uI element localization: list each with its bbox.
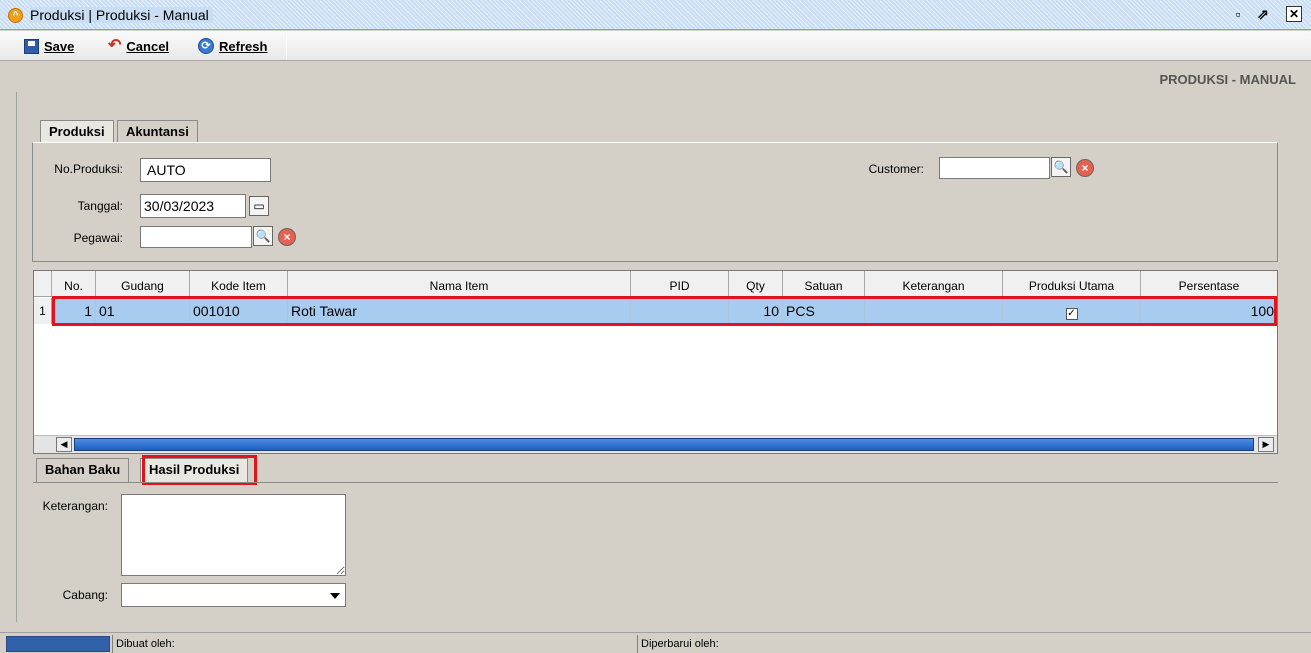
customer-field[interactable] (939, 157, 1050, 179)
column-header[interactable]: Nama Item (288, 271, 631, 297)
scroll-thumb[interactable] (74, 438, 1254, 451)
horizontal-scrollbar[interactable]: ◀ ▶ (34, 435, 1277, 453)
status-bar: Dibuat oleh: Diperbarui oleh: (0, 632, 1311, 653)
no-produksi-label: No.Produksi: (54, 162, 123, 176)
toolbar: Save ↶ Cancel ⟳ Refresh (0, 31, 1311, 61)
save-button[interactable]: Save (24, 37, 74, 55)
refresh-icon: ⟳ (198, 38, 214, 54)
items-grid: No. Gudang Kode Item Nama Item PID Qty S… (33, 270, 1278, 454)
tab-akuntansi[interactable]: Akuntansi (117, 120, 198, 142)
scroll-right-icon[interactable]: ▶ (1258, 437, 1274, 452)
bottom-tab-line (33, 482, 1278, 483)
row-number: 1 (34, 298, 52, 324)
scroll-left-icon[interactable]: ◀ (56, 437, 72, 452)
title-bar: ^ Produksi | Produksi - Manual ▫ ⇗ ✕ (0, 0, 1311, 30)
column-header[interactable]: Persentase (1141, 271, 1277, 297)
save-icon (24, 38, 39, 54)
column-header[interactable]: Kode Item (190, 271, 288, 297)
status-progress (6, 636, 110, 652)
column-header[interactable]: Keterangan (865, 271, 1003, 297)
undo-icon: ↶ (108, 37, 122, 54)
keterangan-textarea[interactable] (121, 494, 346, 576)
customer-label: Customer: (868, 162, 924, 176)
column-header[interactable]: Satuan (783, 271, 865, 297)
header-corner (34, 271, 52, 297)
close-icon[interactable]: ✕ (1286, 6, 1302, 22)
customer-search-icon[interactable]: 🔍 (1051, 157, 1071, 177)
cabang-label: Cabang: (62, 588, 108, 602)
tanggal-field[interactable] (140, 194, 246, 218)
pegawai-search-icon[interactable]: 🔍 (253, 226, 273, 246)
column-header[interactable]: No. (52, 271, 96, 297)
cancel-button[interactable]: ↶ Cancel (108, 37, 169, 55)
cabang-select[interactable] (121, 583, 346, 607)
page-title: PRODUKSI - MANUAL (1159, 72, 1297, 87)
toolbar-separator (286, 34, 287, 59)
pegawai-label: Pegawai: (73, 231, 123, 245)
calendar-icon[interactable]: ▭ (249, 196, 269, 216)
window-title: Produksi | Produksi - Manual (30, 7, 213, 23)
pegawai-clear-icon[interactable]: × (278, 228, 296, 246)
refresh-button[interactable]: ⟳ Refresh (198, 37, 267, 55)
tab-produksi[interactable]: Produksi (40, 120, 114, 142)
restore-icon[interactable]: ▫ (1229, 5, 1247, 23)
maximize-icon[interactable]: ⇗ (1254, 5, 1272, 23)
grid-header: No. Gudang Kode Item Nama Item PID Qty S… (34, 271, 1277, 297)
tab-bahan-baku[interactable]: Bahan Baku (36, 458, 130, 482)
chevron-down-icon (330, 593, 340, 599)
pegawai-field[interactable] (140, 226, 252, 248)
no-produksi-field[interactable] (140, 158, 271, 182)
column-header[interactable]: Qty (729, 271, 783, 297)
app-icon: ^ (8, 8, 23, 23)
column-header[interactable]: Gudang (96, 271, 190, 297)
diperbarui-oleh: Diperbarui oleh: (637, 635, 1311, 653)
row-highlight (52, 296, 1277, 326)
keterangan-label: Keterangan: (42, 499, 108, 513)
dibuat-oleh: Dibuat oleh: (112, 635, 637, 653)
column-header[interactable]: PID (631, 271, 729, 297)
customer-clear-icon[interactable]: × (1076, 159, 1094, 177)
tanggal-label: Tanggal: (77, 199, 123, 213)
tab-highlight (142, 455, 257, 485)
column-header[interactable]: Produksi Utama (1003, 271, 1141, 297)
